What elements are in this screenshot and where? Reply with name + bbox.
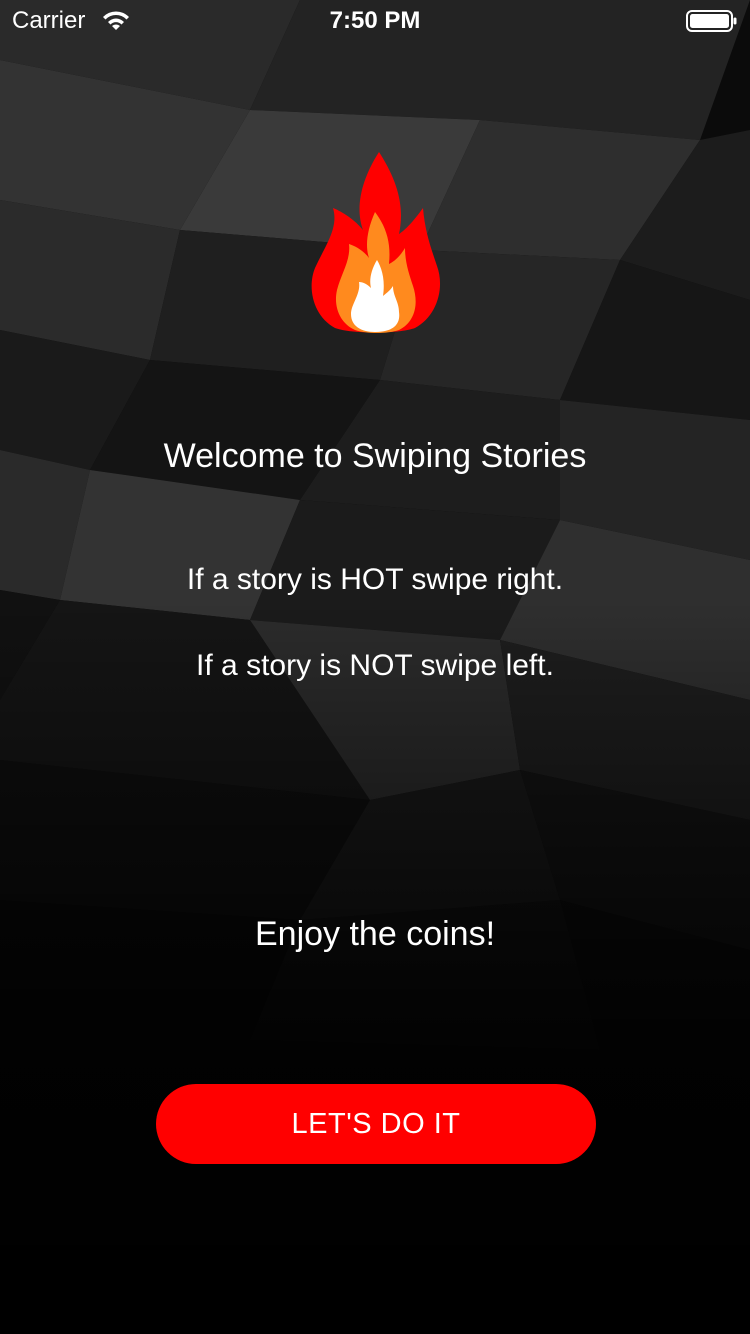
clock: 7:50 PM bbox=[329, 7, 421, 34]
status-bar: Carrier 7:50 PM bbox=[0, 0, 750, 40]
instruction-not: If a story is NOT swipe left. bbox=[196, 649, 554, 682]
instruction-hot: If a story is HOT swipe right. bbox=[186, 563, 564, 596]
lets-do-it-button[interactable]: LET'S DO IT bbox=[156, 1084, 596, 1164]
welcome-title: Welcome to Swiping Stories bbox=[163, 437, 587, 475]
coins-message: Enjoy the coins! bbox=[254, 915, 496, 953]
welcome-screen: Carrier 7:50 PM Welcome to Swiping Stori… bbox=[0, 0, 750, 1334]
flame-icon bbox=[311, 152, 441, 333]
battery-full-icon bbox=[686, 10, 737, 32]
